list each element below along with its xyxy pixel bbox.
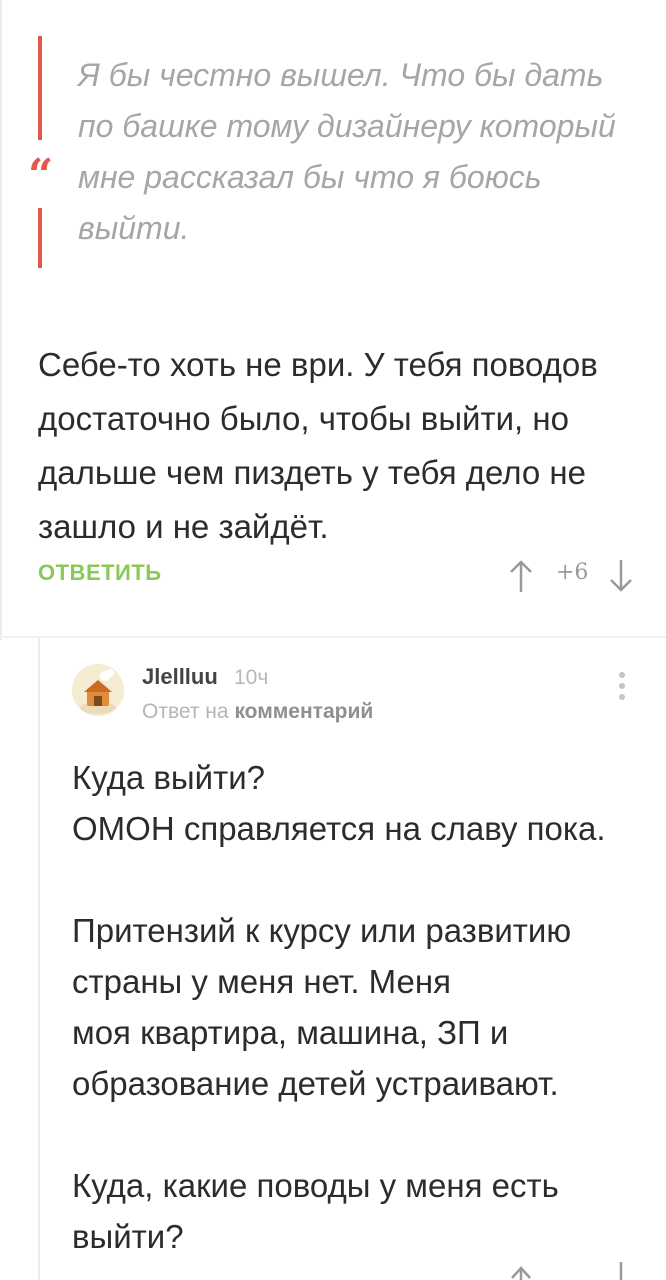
quote-bar <box>38 36 42 140</box>
username[interactable]: Jlellluu <box>142 664 218 690</box>
quote-text: Я бы честно вышел. Что бы дать по башке … <box>78 57 616 246</box>
reply-button[interactable]: ОТВЕТИТЬ <box>38 560 162 586</box>
reply-to-prefix: Ответ на <box>142 700 229 723</box>
avatar-icon[interactable] <box>72 664 124 716</box>
reply-thread-line[interactable] <box>38 638 40 1280</box>
thread-line <box>0 0 2 640</box>
rating-value: +6 <box>556 560 589 585</box>
comment-divider <box>0 636 666 638</box>
reply-vote-arrows[interactable] <box>506 1262 646 1280</box>
timestamp: 10ч <box>234 666 269 689</box>
comment-text: Себе-то хоть не ври. У тебя поводов дост… <box>38 346 598 545</box>
arrow-up-icon[interactable] <box>506 556 536 596</box>
quote-bar <box>38 208 42 268</box>
more-vertical-icon[interactable] <box>612 672 632 708</box>
comment-thread: “ Я бы честно вышел. Что бы дать по башк… <box>0 0 666 1280</box>
reply-to-line: Ответ на комментарий <box>142 700 373 724</box>
reply-to-link[interactable]: комментарий <box>234 700 373 723</box>
arrow-down-icon[interactable] <box>606 556 636 596</box>
quote-block: “ Я бы честно вышел. Что бы дать по башк… <box>28 36 638 268</box>
reply-text: Куда выйти? ОМОН справляется на славу по… <box>72 759 606 1255</box>
quote-mark-icon: “ <box>28 150 54 201</box>
